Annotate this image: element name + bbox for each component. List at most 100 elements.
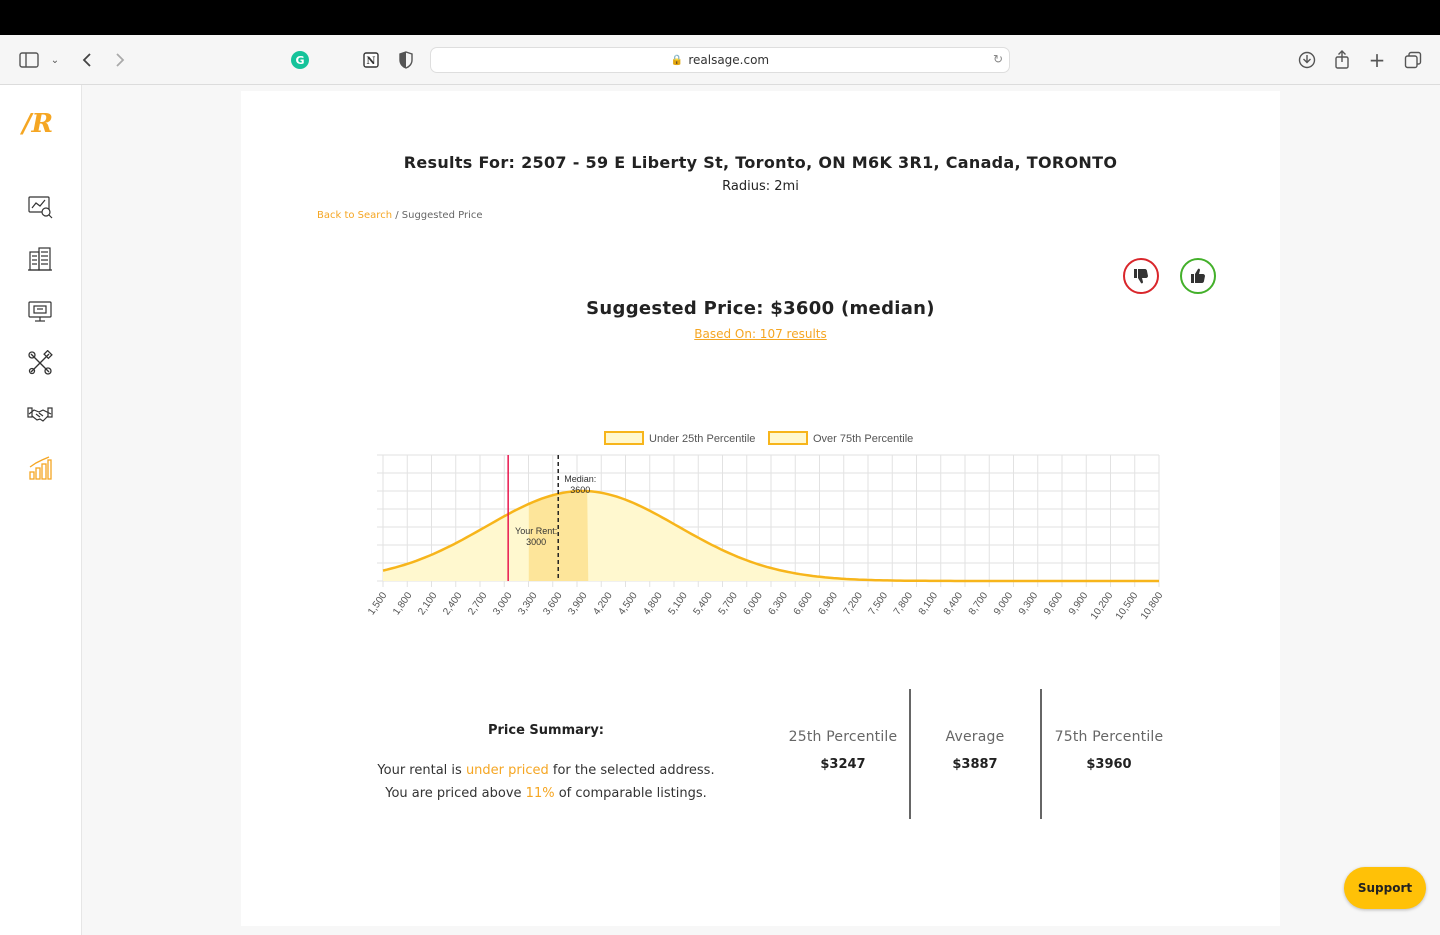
summary-line-1-end: for the selected address.	[548, 763, 715, 778]
analytics-icon[interactable]	[27, 193, 53, 219]
x-tick-label: 3,600	[541, 590, 565, 617]
thumbs-up-icon	[1191, 268, 1205, 283]
legend-swatch	[604, 431, 644, 445]
stat-label: Average	[945, 729, 1005, 745]
stat-value: $3247	[820, 757, 866, 772]
stat-75th-percentile: 75th Percentile $3960	[1044, 729, 1174, 772]
back-arrow-icon[interactable]	[76, 49, 98, 71]
summary-line-1-start: Your rental is	[377, 763, 466, 778]
x-tick-label: 4,500	[616, 590, 640, 617]
breadcrumb-separator: /	[392, 210, 402, 221]
tabs-overview-icon[interactable]	[1402, 49, 1424, 71]
x-tick-label: 7,500	[867, 590, 891, 617]
bar-chart-icon[interactable]	[27, 455, 53, 481]
handshake-icon[interactable]	[27, 402, 53, 428]
x-tick-label: 7,200	[842, 590, 866, 617]
share-icon[interactable]	[1331, 49, 1353, 71]
x-tick-label: 4,200	[591, 590, 615, 617]
x-tick-label: 6,300	[767, 590, 791, 617]
x-tick-label: 10,200	[1089, 590, 1116, 622]
median-value: 3600	[570, 485, 590, 495]
results-title: Results For: 2507 - 59 E Liberty St, Tor…	[403, 153, 1118, 172]
median-label: Median:	[564, 474, 596, 484]
x-tick-label: 8,100	[917, 590, 941, 617]
x-tick-label: 5,400	[692, 590, 716, 617]
screen-top-bar	[0, 0, 1440, 35]
app-sidebar: /R	[0, 85, 82, 935]
based-on-link[interactable]: Based On: 107 results	[241, 327, 1280, 341]
summary-line-2: You are priced above 11% of comparable l…	[341, 782, 751, 805]
x-tick-label: 8,700	[967, 590, 991, 617]
percentile-rank: 11%	[525, 786, 555, 801]
support-button[interactable]: Support	[1344, 867, 1426, 909]
realsage-logo[interactable]: /R	[22, 109, 53, 139]
x-tick-label: 1,800	[391, 590, 415, 617]
browser-toolbar: ⌄ G N 🔒 realsage.com ↻ +	[0, 35, 1440, 85]
x-tick-label: 4,800	[641, 590, 665, 617]
address-bar[interactable]: 🔒 realsage.com ↻	[430, 47, 1010, 73]
x-tick-label: 2,400	[441, 590, 465, 617]
x-tick-label: 3,300	[516, 590, 540, 617]
chevron-down-icon[interactable]: ⌄	[44, 49, 66, 71]
legend-label: Over 75th Percentile	[813, 433, 913, 445]
summary-line-1: Your rental is under priced for the sele…	[341, 759, 751, 782]
stat-value: $3960	[1086, 757, 1132, 772]
svg-text:N: N	[366, 56, 375, 67]
x-tick-label: 3,000	[491, 590, 515, 617]
price-summary-title: Price Summary:	[487, 723, 604, 738]
x-tick-label: 2,100	[416, 590, 440, 617]
sidebar-toggle-icon[interactable]	[18, 49, 40, 71]
reload-icon[interactable]: ↻	[993, 52, 1003, 66]
stat-label: 25th Percentile	[788, 729, 898, 745]
stat-divider	[1040, 689, 1042, 819]
lock-icon: 🔒	[670, 54, 684, 66]
search-radius: Radius: 2mi	[722, 179, 799, 194]
results-card: Results For: 2507 - 59 E Liberty St, Tor…	[241, 91, 1280, 926]
breadcrumb: Back to Search / Suggested Price	[317, 210, 483, 221]
shield-icon[interactable]	[395, 49, 417, 71]
stat-25th-percentile: 25th Percentile $3247	[778, 729, 908, 772]
your-rent-label: Your Rent:	[515, 526, 557, 536]
stat-label: 75th Percentile	[1054, 729, 1164, 745]
x-tick-label: 8,400	[942, 590, 966, 617]
forward-arrow-icon[interactable]	[109, 49, 131, 71]
tools-icon[interactable]	[27, 350, 53, 376]
summary-line-2-start: You are priced above	[385, 786, 526, 801]
buildings-icon[interactable]	[27, 246, 53, 272]
suggested-price: Suggested Price: $3600 (median)	[586, 298, 935, 319]
notion-icon[interactable]: N	[360, 49, 382, 71]
thumbs-down-icon	[1134, 269, 1148, 284]
grammarly-icon[interactable]: G	[291, 51, 309, 69]
x-tick-label: 2,700	[466, 590, 490, 617]
new-tab-icon[interactable]: +	[1366, 48, 1388, 72]
x-tick-label: 7,800	[892, 590, 916, 617]
x-tick-label: 9,600	[1042, 590, 1066, 617]
x-tick-label: 10,800	[1139, 590, 1166, 622]
url-text: realsage.com	[688, 53, 770, 67]
x-tick-label: 10,500	[1114, 590, 1141, 622]
x-tick-label: 3,900	[566, 590, 590, 617]
breadcrumb-current: Suggested Price	[401, 210, 483, 221]
summary-line-2-end: of comparable listings.	[554, 786, 707, 801]
price-distribution-chart: Under 25th Percentile Over 75th Percentil…	[366, 431, 1166, 622]
download-icon[interactable]	[1296, 49, 1318, 71]
legend-swatch	[768, 431, 808, 445]
x-tick-label: 6,600	[792, 590, 816, 617]
x-tick-label: 5,100	[666, 590, 690, 617]
x-tick-label: 9,000	[992, 590, 1016, 617]
x-tick-label: 1,500	[366, 590, 390, 617]
your-rent-value: 3000	[526, 537, 546, 547]
monitor-icon[interactable]	[27, 298, 53, 324]
price-summary-text: Your rental is under priced for the sele…	[341, 759, 751, 805]
legend-label: Under 25th Percentile	[649, 433, 755, 445]
x-tick-label: 6,000	[742, 590, 766, 617]
x-tick-label: 9,900	[1067, 590, 1091, 617]
pricing-status: under priced	[465, 763, 549, 778]
back-to-search-link[interactable]: Back to Search	[317, 210, 392, 221]
stat-average: Average $3887	[910, 729, 1040, 772]
x-tick-label: 9,300	[1017, 590, 1041, 617]
thumbs-up-button[interactable]	[1180, 258, 1216, 294]
stat-value: $3887	[952, 757, 998, 772]
thumbs-down-button[interactable]	[1123, 258, 1159, 294]
x-tick-label: 5,700	[717, 590, 741, 617]
